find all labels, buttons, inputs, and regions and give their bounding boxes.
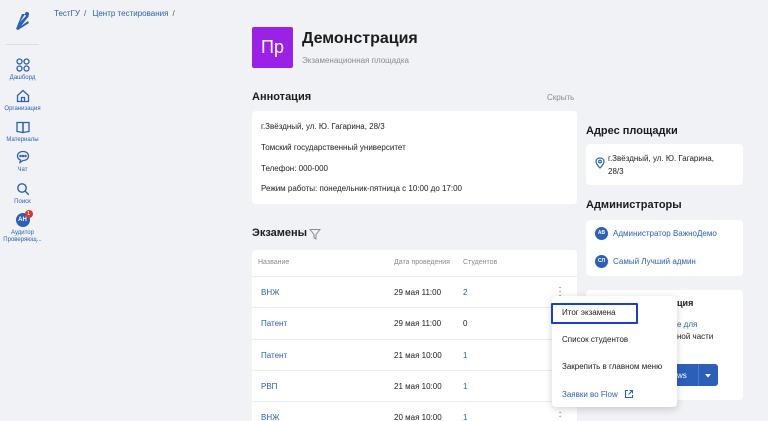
column-header-students: Студентов (463, 259, 498, 266)
students-count-link[interactable]: 1 (463, 351, 467, 360)
menu-item-students-list[interactable]: Список студентов (562, 335, 628, 344)
exam-name-link[interactable]: РВП (261, 382, 277, 391)
chevron-down-icon[interactable] (704, 372, 712, 378)
sidebar-divider (6, 44, 39, 45)
chat-icon (16, 150, 30, 164)
exam-name-link[interactable]: ВНЖ (261, 413, 280, 421)
sidebar-item-label: Чат (17, 167, 28, 173)
exam-date: 20 мая 10:00 (394, 413, 442, 421)
sidebar-item-organization[interactable]: Организация (0, 89, 45, 113)
address-card: г.Звёздный, ул. Ю. Гагарина, 28/3 (586, 144, 743, 185)
flow-card-text: ной части (677, 332, 714, 341)
admin-name-link[interactable]: Администратор ВажноДемо (613, 229, 717, 238)
breadcrumb-item[interactable]: ТестГУ (54, 9, 80, 18)
exam-date: 29 мая 11:00 (394, 288, 442, 297)
table-row: РВП 21 мая 10:00 1 (252, 370, 577, 401)
students-count-link[interactable]: 1 (463, 382, 467, 391)
annotation-card: г.Звёздный, ул. Ю. Гагарина, 28/3 Томски… (252, 111, 577, 204)
students-count-link[interactable]: 1 (463, 413, 467, 421)
exam-date: 21 мая 10:00 (394, 382, 442, 391)
address-line: г.Звёздный, ул. Ю. Гагарина, (608, 154, 714, 163)
logo-icon[interactable] (12, 10, 34, 32)
exams-title: Экзамены (252, 227, 308, 239)
focus-highlight (551, 303, 638, 324)
flow-card-text: е для (677, 320, 698, 329)
students-count-link[interactable]: 2 (463, 288, 467, 297)
annotation-line: Режим работы: понедельник-пятница с 10:0… (261, 184, 463, 193)
filter-icon[interactable] (308, 227, 322, 240)
page-title: Демонстрация (302, 30, 418, 47)
table-row: Патент 21 мая 10:00 1 (252, 339, 577, 370)
column-header-name: Название (258, 259, 290, 266)
sidebar-item-label: Поиск (14, 199, 31, 205)
site-tile: Пр (252, 27, 293, 68)
exam-date: 21 мая 10:00 (394, 351, 442, 360)
admins-card: АВ Администратор ВажноДемо СЛ Самый Лучш… (586, 220, 743, 276)
flow-button-label: ws (677, 371, 687, 380)
admin-name-link[interactable]: Самый Лучший админ (613, 257, 696, 266)
page-subtitle: Экзаменационная площадка (302, 56, 409, 65)
menu-item-pin[interactable]: Закрепить в главном меню (562, 362, 662, 371)
annotation-title: Аннотация (252, 91, 312, 103)
table-row: ВНЖ 20 мая 10:00 1 · · (252, 401, 577, 421)
button-divider (698, 364, 699, 386)
notification-badge: 1 (24, 210, 33, 218)
sidebar-item-label: Дашборд (9, 75, 36, 81)
home-icon (16, 89, 30, 103)
table-row: ВНЖ 29 мая 11:00 2 ··· (252, 276, 577, 307)
sidebar-item-dashboard[interactable]: Дашборд (0, 58, 45, 82)
external-link-icon (624, 389, 634, 399)
sidebar-item-label: Материалы (6, 137, 39, 143)
sidebar-item-search[interactable]: Поиск (0, 182, 45, 206)
flow-card-title: ция (677, 298, 694, 308)
exam-name-link[interactable]: Патент (261, 351, 287, 360)
sidebar-item-materials[interactable]: Материалы (0, 120, 45, 144)
menu-item-label: Заявки во Flow (562, 390, 618, 399)
menu-item-flow-requests[interactable]: Заявки во Flow (562, 389, 634, 399)
book-icon (15, 120, 30, 134)
location-pin-icon (595, 156, 605, 169)
column-header-date: Дата проведения (394, 259, 450, 266)
exam-name-link[interactable]: ВНЖ (261, 288, 280, 297)
sidebar-item-label: Организация (4, 106, 41, 112)
breadcrumb: ТестГУ / Центр тестирования / (54, 9, 179, 18)
sidebar-item-label: Аудитор Проверяющ... (3, 230, 42, 243)
breadcrumb-separator: / (172, 9, 175, 18)
breadcrumb-separator: / (83, 9, 87, 18)
sidebar-item-chat[interactable]: Чат (0, 150, 45, 174)
sidebar: Дашборд Организация Материалы Чат Поиск … (0, 0, 45, 421)
address-line: 28/3 (608, 167, 624, 176)
exam-name-link[interactable]: Патент (261, 319, 287, 328)
address-title: Адрес площадки (586, 125, 678, 137)
avatar-icon: AH 1 (15, 210, 33, 227)
exam-date: 29 мая 11:00 (394, 319, 442, 328)
search-icon (16, 182, 30, 196)
avatar-initials: AH (18, 217, 27, 223)
annotation-line: Томский государственный университет (261, 143, 406, 152)
admins-title: Администраторы (586, 199, 682, 211)
table-row: Патент 29 мая 11:00 0 (252, 307, 577, 338)
avatar: СЛ (595, 255, 608, 268)
sidebar-item-profile[interactable]: AH 1 Аудитор Проверяющ... (0, 210, 45, 244)
grid-icon (15, 58, 30, 72)
annotation-line: Телефон: 000-000 (261, 164, 328, 173)
hide-annotation-button[interactable]: Скрыть (547, 93, 574, 102)
annotation-line: г.Звёздный, ул. Ю. Гагарина, 28/3 (261, 122, 385, 131)
breadcrumb-item[interactable]: Центр тестирования (92, 9, 168, 18)
row-menu-icon[interactable]: · · (558, 408, 562, 421)
avatar: АВ (595, 227, 608, 240)
students-count: 0 (463, 319, 468, 328)
